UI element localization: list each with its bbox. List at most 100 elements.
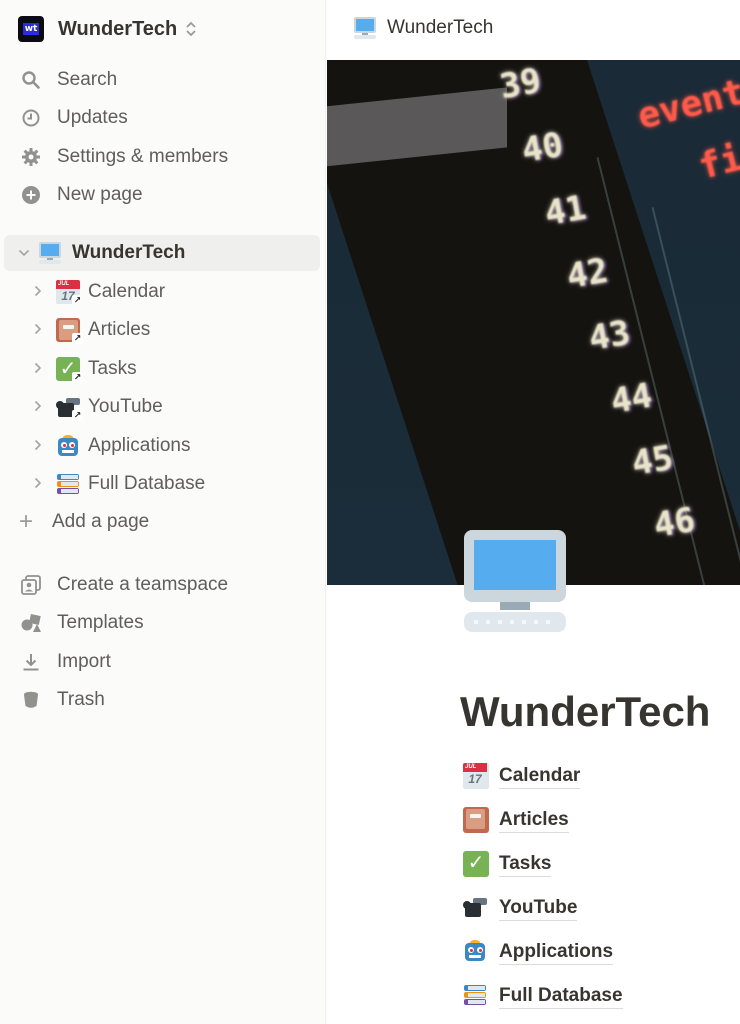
cover-image[interactable]: 39 40 41 42 43 44 45 46 event fi	[327, 60, 740, 585]
video-camera-icon	[463, 895, 489, 921]
sidebar-page-label: Articles	[88, 319, 151, 340]
sidebar-page-label: Calendar	[88, 281, 166, 302]
link-arrow-icon: ↗	[72, 410, 83, 421]
calendar-day: 17	[468, 772, 482, 786]
check-mark-icon: ✓ ↗	[56, 357, 83, 383]
cover-line-number: 41	[541, 187, 590, 235]
book-icon	[463, 807, 489, 833]
chevron-right-icon[interactable]	[30, 438, 46, 454]
sidebar-page-label: Full Database	[88, 473, 206, 494]
page-link-full-database[interactable]: Full Database	[463, 981, 623, 1011]
import-icon	[20, 651, 42, 673]
page-link-applications[interactable]: Applications	[463, 937, 614, 967]
sidebar-page-wundertech[interactable]: WunderTech	[4, 235, 320, 271]
calendar-icon: JUL 17	[463, 763, 489, 789]
sidebar-page-full-database[interactable]: Full Database	[30, 466, 320, 502]
sidebar-new-page[interactable]: New page	[10, 177, 316, 213]
page-link-label: Tasks	[499, 852, 552, 877]
add-page-label: Add a page	[52, 511, 150, 532]
page-link-label: YouTube	[499, 896, 578, 921]
clock-icon	[20, 107, 42, 129]
sidebar-page-calendar[interactable]: JUL17↗ Calendar	[30, 274, 320, 310]
sidebar-search-label: Search	[57, 69, 118, 90]
sidebar-updates[interactable]: Updates	[10, 100, 316, 136]
cover-line-number: 43	[585, 312, 634, 360]
desktop-computer-icon	[38, 241, 62, 265]
topbar: WunderTech	[327, 0, 740, 60]
workspace-switcher[interactable]: wt WunderTech	[10, 10, 310, 48]
cover-line-number: 45	[628, 437, 677, 485]
link-arrow-icon: ↗	[72, 372, 83, 383]
sidebar-page-label: WunderTech	[72, 242, 186, 263]
page-link-youtube[interactable]: YouTube	[463, 893, 578, 923]
breadcrumb-label: WunderTech	[387, 17, 494, 38]
cover-code-word: fi	[694, 137, 740, 188]
chevron-down-icon[interactable]	[16, 246, 32, 260]
teamspace-icon	[20, 574, 42, 596]
video-camera-icon: ↗	[56, 395, 83, 421]
cover-code-word: event	[633, 71, 740, 138]
page-link-tasks[interactable]: ✓ Tasks	[463, 849, 552, 879]
sidebar-settings[interactable]: Settings & members	[10, 139, 316, 175]
chevron-right-icon[interactable]	[30, 361, 46, 377]
cover-line-number: 46	[650, 499, 699, 547]
books-icon	[463, 983, 489, 1009]
cover-line-number: 40	[518, 124, 567, 172]
sidebar-create-teamspace-label: Create a teamspace	[57, 574, 229, 595]
sidebar-page-applications[interactable]: Applications	[30, 428, 320, 464]
calendar-month: JUL	[463, 763, 487, 772]
check-mark-icon: ✓	[463, 851, 489, 877]
page-title[interactable]: WunderTech	[460, 688, 710, 736]
sidebar-page-label: Applications	[88, 435, 191, 456]
sidebar-create-teamspace[interactable]: Create a teamspace	[10, 567, 316, 603]
chevron-right-icon[interactable]	[30, 322, 46, 338]
plus-icon: +	[18, 508, 33, 535]
page-link-calendar[interactable]: JUL 17 Calendar	[463, 761, 581, 791]
chevron-right-icon[interactable]	[30, 476, 46, 492]
books-icon	[56, 472, 80, 496]
sidebar-trash[interactable]: Trash	[10, 682, 316, 718]
sidebar-page-tasks[interactable]: ✓ ↗ Tasks	[30, 351, 320, 387]
sidebar-import-label: Import	[57, 651, 111, 672]
sidebar-updates-label: Updates	[57, 107, 128, 128]
sidebar-templates-label: Templates	[57, 612, 144, 633]
chevron-up-down-icon	[185, 21, 197, 37]
sidebar-page-label: YouTube	[88, 396, 163, 417]
sidebar-page-youtube[interactable]: ↗ YouTube	[30, 389, 320, 425]
sidebar-search[interactable]: Search	[10, 62, 316, 98]
calendar-month: JUL	[56, 280, 80, 289]
cover-line-number: 42	[563, 250, 612, 298]
link-arrow-icon: ↗	[72, 295, 80, 304]
search-icon	[20, 69, 42, 91]
sidebar: wt WunderTech Search Updates Settings & …	[0, 0, 326, 1024]
sidebar-page-label: Tasks	[88, 358, 137, 379]
cover-line-number: 44	[607, 375, 656, 423]
sidebar-templates[interactable]: Templates	[10, 605, 316, 641]
templates-icon	[20, 612, 42, 634]
sidebar-new-page-label: New page	[57, 184, 143, 205]
chevron-right-icon[interactable]	[30, 284, 46, 300]
plus-circle-icon	[20, 184, 42, 206]
desktop-computer-icon	[353, 16, 377, 40]
workspace-name: WunderTech	[58, 17, 178, 40]
page-icon-desktop-computer[interactable]	[462, 528, 568, 634]
sidebar-settings-label: Settings & members	[57, 146, 229, 167]
calendar-icon: JUL17↗	[56, 280, 80, 304]
sidebar-trash-label: Trash	[57, 689, 105, 710]
breadcrumb[interactable]: WunderTech	[353, 16, 493, 40]
cover-line-number: 39	[496, 60, 545, 108]
workspace-logo-text: wt	[22, 23, 40, 35]
add-page-button[interactable]: + Add a page	[10, 504, 310, 540]
link-arrow-icon: ↗	[72, 333, 83, 344]
page-link-label: Full Database	[499, 984, 623, 1009]
gear-icon	[20, 146, 42, 168]
page-link-label: Articles	[499, 808, 569, 833]
chevron-right-icon[interactable]	[30, 399, 46, 415]
robot-icon	[463, 939, 489, 965]
page-link-label: Applications	[499, 940, 614, 965]
robot-icon	[56, 434, 80, 458]
page-link-articles[interactable]: Articles	[463, 805, 569, 835]
sidebar-import[interactable]: Import	[10, 644, 316, 680]
workspace-logo: wt	[18, 16, 44, 42]
sidebar-page-articles[interactable]: ↗ Articles	[30, 312, 320, 348]
